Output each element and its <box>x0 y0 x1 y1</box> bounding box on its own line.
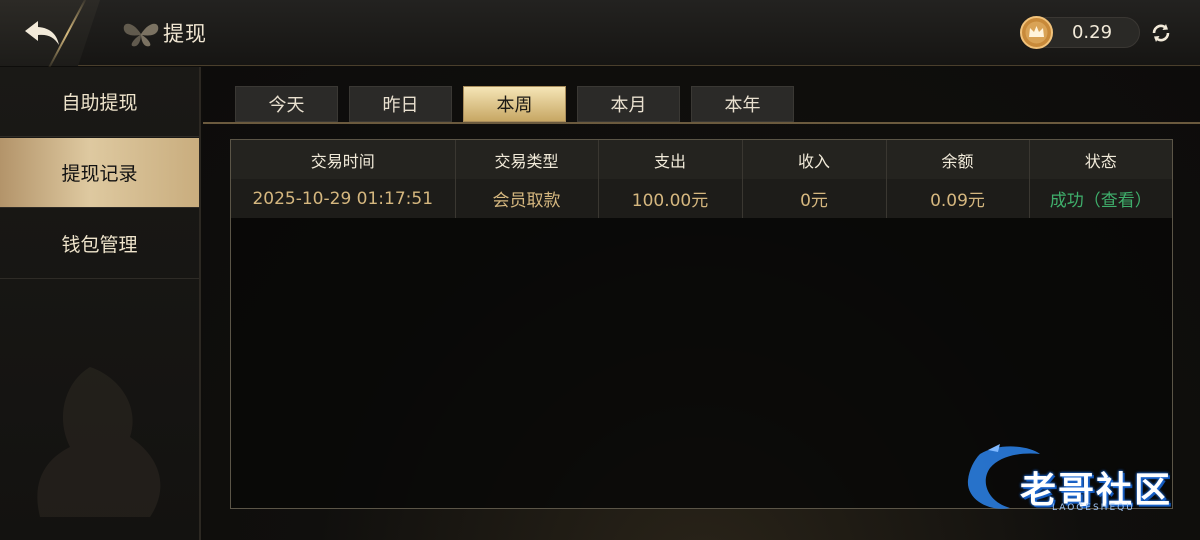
table-header-row: 交易时间 交易类型 支出 收入 余额 状态 <box>231 140 1172 179</box>
sidebar: 自助提现 提现记录 钱包管理 <box>0 67 201 540</box>
sidebar-item-withdraw-records[interactable]: 提现记录 <box>0 138 199 208</box>
refresh-icon[interactable] <box>1149 21 1173 45</box>
cell-expense: 100.00元 <box>598 179 743 218</box>
tab-this-week[interactable]: 本周 <box>463 86 566 122</box>
cell-type: 会员取款 <box>455 179 599 218</box>
watermark-subtext: LAOGESHEQU <box>1052 503 1135 513</box>
cell-balance: 0.09元 <box>886 179 1030 218</box>
page-title: 提现 <box>163 22 207 46</box>
balance-value: 0.29 <box>1071 22 1113 43</box>
sidebar-item-wallet-management[interactable]: 钱包管理 <box>0 209 199 279</box>
sidebar-item-label: 提现记录 <box>61 163 138 185</box>
sidebar-item-self-withdraw[interactable]: 自助提现 <box>0 67 199 137</box>
sidebar-item-label: 自助提现 <box>61 92 138 114</box>
crown-coin-icon <box>1020 16 1053 49</box>
status-view-link[interactable]: 成功（查看） <box>1029 179 1172 218</box>
column-header-expense: 支出 <box>598 140 743 179</box>
cell-income: 0元 <box>742 179 887 218</box>
back-arrow-icon[interactable] <box>22 17 62 49</box>
column-header-type: 交易类型 <box>455 140 599 179</box>
cell-time: 2025-10-29 01:17:51 <box>231 179 456 218</box>
tab-today[interactable]: 今天 <box>235 86 338 122</box>
decorative-figure-image <box>37 367 161 517</box>
tab-yesterday[interactable]: 昨日 <box>349 86 452 122</box>
butterfly-decoration-icon <box>123 23 159 47</box>
period-tabs: 今天 昨日 本周 本月 本年 <box>203 67 1200 124</box>
top-bar: 提现 0.29 <box>0 0 1200 72</box>
column-header-status: 状态 <box>1029 140 1172 179</box>
table-row: 2025-10-29 01:17:51 会员取款 100.00元 0元 0.09… <box>231 179 1172 218</box>
column-header-balance: 余额 <box>886 140 1030 179</box>
tab-this-year[interactable]: 本年 <box>691 86 794 122</box>
column-header-income: 收入 <box>742 140 887 179</box>
sidebar-item-label: 钱包管理 <box>61 234 138 256</box>
column-header-time: 交易时间 <box>231 140 456 179</box>
tab-this-month[interactable]: 本月 <box>577 86 680 122</box>
